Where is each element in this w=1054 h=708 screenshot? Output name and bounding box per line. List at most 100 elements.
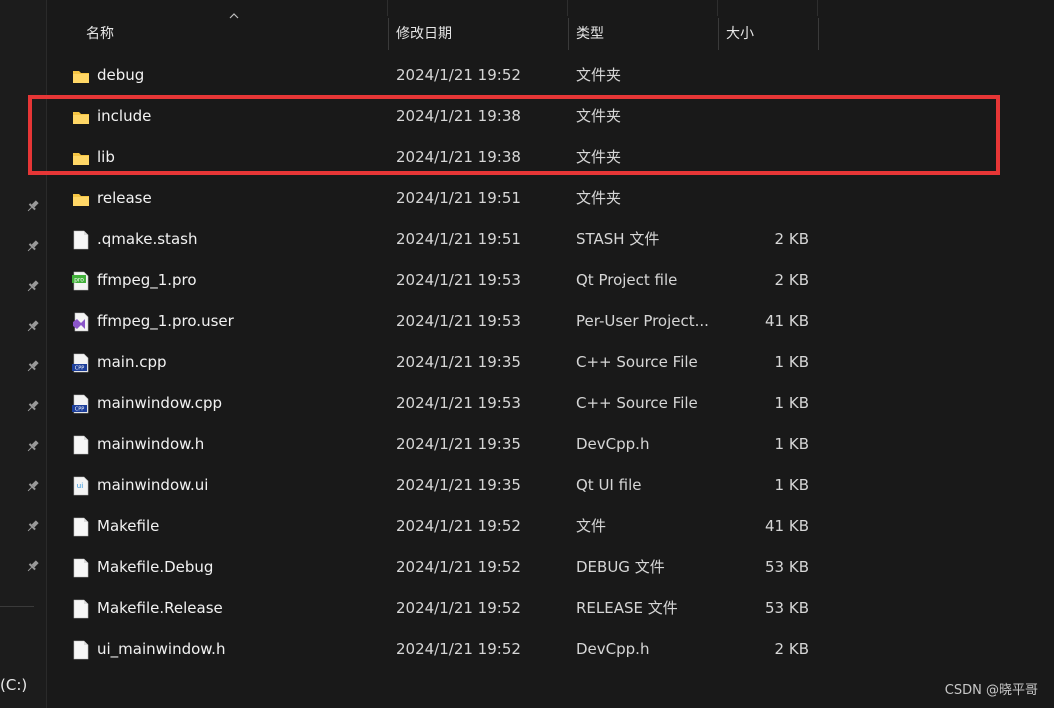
file-type: Per-User Project... xyxy=(576,312,709,330)
file-type: 文件夹 xyxy=(576,189,622,207)
file-icon xyxy=(72,517,90,537)
file-type: STASH 文件 xyxy=(576,230,660,248)
file-size: 53 KB xyxy=(765,599,809,617)
file-name: mainwindow.cpp xyxy=(97,394,223,412)
file-date: 2024/1/21 19:52 xyxy=(396,640,521,658)
file-size: 2 KB xyxy=(774,640,809,658)
file-name: debug xyxy=(97,66,145,84)
file-row[interactable]: pro ffmpeg_1.pro 2024/1/21 19:53 Qt Project… xyxy=(47,260,1007,301)
file-name: .qmake.stash xyxy=(97,230,198,248)
column-header-type[interactable]: 类型 xyxy=(568,18,718,50)
file-date: 2024/1/21 19:52 xyxy=(396,599,521,617)
top-strip xyxy=(47,0,1054,16)
svg-text:ui: ui xyxy=(77,482,83,490)
column-resize-handle[interactable] xyxy=(818,18,819,50)
file-row[interactable]: CPP main.cpp 2024/1/21 19:35 C++ Source Fil… xyxy=(47,342,1007,383)
file-date: 2024/1/21 19:35 xyxy=(396,435,521,453)
qt-pro-icon: pro xyxy=(72,271,90,291)
file-size: 1 KB xyxy=(774,394,809,412)
svg-text:CPP: CPP xyxy=(75,366,85,372)
file-size: 41 KB xyxy=(765,312,809,330)
file-row[interactable]: Makefile.Release 2024/1/21 19:52 RELEASE 文… xyxy=(47,588,1007,629)
highlight-annotation-box xyxy=(28,95,1000,175)
file-size: 1 KB xyxy=(774,476,809,494)
file-icon xyxy=(72,640,90,660)
file-date: 2024/1/21 19:53 xyxy=(396,312,521,330)
file-name: ui_mainwindow.h xyxy=(97,640,226,658)
pin-icon[interactable] xyxy=(25,518,41,534)
pin-icon[interactable] xyxy=(25,558,41,574)
top-strip-cell xyxy=(387,0,568,16)
file-date: 2024/1/21 19:53 xyxy=(396,394,521,412)
file-list-pane: 名称 修改日期 类型 大小 debug 2024/1/21 19:52 文件夹 inc… xyxy=(28,0,1054,708)
file-type: DevCpp.h xyxy=(576,640,650,658)
watermark: CSDN @晓平哥 xyxy=(944,683,1038,698)
file-type: 文件 xyxy=(576,517,607,535)
file-row[interactable]: mainwindow.h 2024/1/21 19:35 DevCpp.h 1 KB xyxy=(47,424,1007,465)
file-row[interactable]: Makefile 2024/1/21 19:52 文件 41 KB xyxy=(47,506,1007,547)
file-type: Qt UI file xyxy=(576,476,642,494)
pin-icon[interactable] xyxy=(25,478,41,494)
svg-text:pro: pro xyxy=(74,277,84,284)
file-icon xyxy=(72,558,90,578)
pin-icon[interactable] xyxy=(25,238,41,254)
top-strip-cell xyxy=(717,0,818,16)
file-date: 2024/1/21 19:35 xyxy=(396,353,521,371)
column-header-bar: 名称 修改日期 类型 大小 xyxy=(47,18,1054,50)
file-name: Makefile.Release xyxy=(97,599,223,617)
file-row[interactable]: ui_mainwindow.h 2024/1/21 19:52 DevCpp.h 2 … xyxy=(47,629,1007,670)
file-date: 2024/1/21 19:51 xyxy=(396,189,521,207)
file-type: C++ Source File xyxy=(576,353,698,371)
vs-user-icon xyxy=(72,312,90,332)
file-date: 2024/1/21 19:52 xyxy=(396,517,521,535)
top-strip-cell xyxy=(47,0,388,16)
file-type: RELEASE 文件 xyxy=(576,599,678,617)
cpp-file-icon: CPP xyxy=(72,394,90,414)
file-name: main.cpp xyxy=(97,353,167,371)
file-icon xyxy=(72,435,90,455)
column-header-size[interactable]: 大小 xyxy=(718,18,818,50)
file-size: 2 KB xyxy=(774,271,809,289)
drive-c-item[interactable]: (C:) xyxy=(0,676,27,694)
file-type: DevCpp.h xyxy=(576,435,650,453)
file-name: Makefile.Debug xyxy=(97,558,214,576)
file-row[interactable]: CPP mainwindow.cpp 2024/1/21 19:53 C++ Sour… xyxy=(47,383,1007,424)
column-header-date[interactable]: 修改日期 xyxy=(388,18,568,50)
file-row[interactable]: release 2024/1/21 19:51 文件夹 xyxy=(47,178,1007,219)
file-size: 53 KB xyxy=(765,558,809,576)
file-row[interactable]: ffmpeg_1.pro.user 2024/1/21 19:53 Per-User… xyxy=(47,301,1007,342)
file-name: Makefile xyxy=(97,517,160,535)
file-date: 2024/1/21 19:52 xyxy=(396,66,521,84)
file-size: 2 KB xyxy=(774,230,809,248)
file-size: 1 KB xyxy=(774,435,809,453)
file-size: 41 KB xyxy=(765,517,809,535)
file-size: 1 KB xyxy=(774,353,809,371)
pin-icon[interactable] xyxy=(25,358,41,374)
svg-text:CPP: CPP xyxy=(75,407,85,413)
file-name: release xyxy=(97,189,152,207)
pin-icon[interactable] xyxy=(25,318,41,334)
file-name: ffmpeg_1.pro.user xyxy=(97,312,234,330)
file-row[interactable]: debug 2024/1/21 19:52 文件夹 xyxy=(47,55,1007,96)
file-row[interactable]: ui mainwindow.ui 2024/1/21 19:35 Qt UI file… xyxy=(47,465,1007,506)
file-type: 文件夹 xyxy=(576,66,622,84)
file-name: ffmpeg_1.pro xyxy=(97,271,197,289)
folder-icon xyxy=(72,189,90,209)
cpp-file-icon: CPP xyxy=(72,353,90,373)
file-type: DEBUG 文件 xyxy=(576,558,665,576)
file-row[interactable]: .qmake.stash 2024/1/21 19:51 STASH 文件 2 KB xyxy=(47,219,1007,260)
file-date: 2024/1/21 19:53 xyxy=(396,271,521,289)
pin-icon[interactable] xyxy=(25,198,41,214)
pin-icon[interactable] xyxy=(25,398,41,414)
file-name: mainwindow.ui xyxy=(97,476,209,494)
column-header-name[interactable]: 名称 xyxy=(78,18,388,50)
file-icon xyxy=(72,230,90,250)
file-date: 2024/1/21 19:52 xyxy=(396,558,521,576)
file-row[interactable]: Makefile.Debug 2024/1/21 19:52 DEBUG 文件 53 … xyxy=(47,547,1007,588)
pin-icon[interactable] xyxy=(25,278,41,294)
sidebar-divider xyxy=(0,606,34,607)
pin-icon[interactable] xyxy=(25,438,41,454)
file-date: 2024/1/21 19:35 xyxy=(396,476,521,494)
folder-icon xyxy=(72,66,90,86)
top-strip-cell xyxy=(567,0,718,16)
